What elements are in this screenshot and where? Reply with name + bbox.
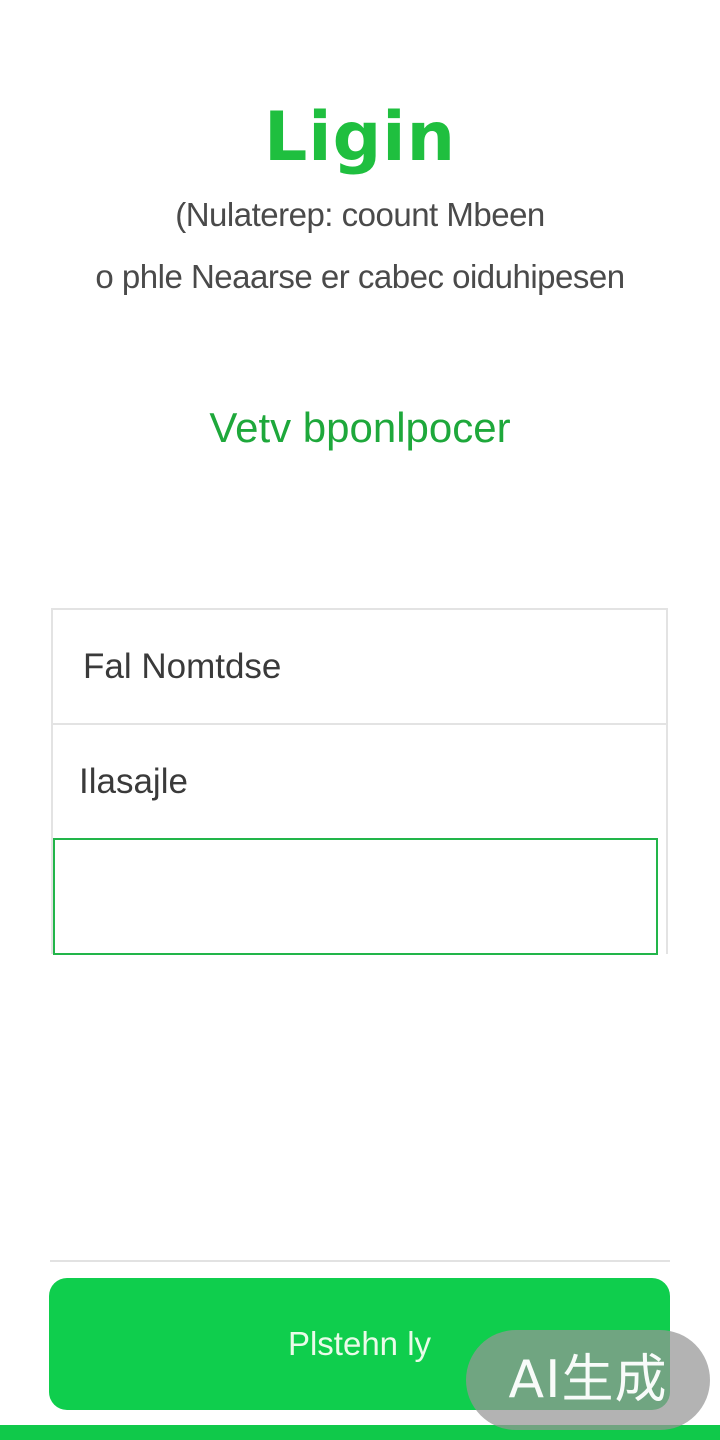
password-input[interactable] (53, 725, 666, 838)
subtitle-line-1: (Nulaterep: coount Mbeen (175, 196, 545, 233)
account-link[interactable]: Vetv bponlpocer (0, 404, 720, 452)
subtitle-line-2: o phle Neaarse er cabec oiduhipesen (95, 258, 625, 295)
name-field-container (53, 610, 666, 725)
name-input[interactable] (53, 610, 666, 723)
ai-generated-watermark: AI生成 (466, 1330, 710, 1430)
login-screen: Ligin (Nulaterep: coount Mbeen o phle Ne… (0, 0, 720, 1440)
divider (50, 1260, 670, 1262)
page-title: Ligin (263, 98, 457, 177)
focused-input-container (53, 838, 658, 955)
password-field-container (53, 725, 666, 838)
focused-input[interactable] (55, 840, 656, 953)
